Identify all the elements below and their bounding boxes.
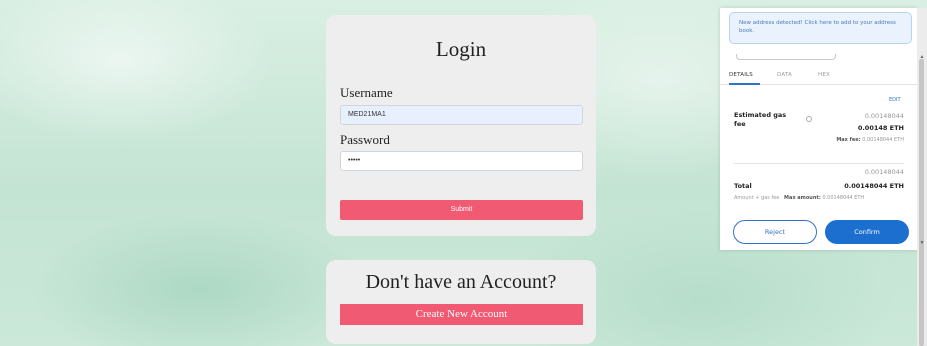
total-small: 0.00148044 xyxy=(864,168,904,176)
address-field xyxy=(736,54,836,60)
username-label: Username xyxy=(340,85,393,100)
tab-details[interactable]: DETAILS xyxy=(729,72,753,78)
scroll-down-icon[interactable]: ▼ xyxy=(919,240,925,246)
details-tabs: DETAILS DATA HEX xyxy=(720,69,917,85)
account-prompt-title: Don't have an Account? xyxy=(365,271,557,293)
gas-fee-eth: 0.00148 ETH xyxy=(857,124,904,132)
username-input[interactable]: MED21MA1 xyxy=(340,105,583,125)
max-fee-value: 0.00148044 ETH xyxy=(862,137,904,143)
reject-button[interactable]: Reject xyxy=(733,220,817,244)
scrollbar-thumb[interactable] xyxy=(919,59,924,346)
total-eth: 0.00148044 ETH xyxy=(844,182,904,190)
scroll-up-icon[interactable]: ▲ xyxy=(919,54,925,60)
max-fee-label: Max fee: xyxy=(836,137,861,143)
tab-hex[interactable]: HEX xyxy=(818,72,830,78)
login-title: Login xyxy=(435,37,487,61)
wallet-confirm-popup: New address detected! Click here to add … xyxy=(720,8,917,250)
total-label: Total xyxy=(734,182,752,190)
max-amount-value: 0.00148044 ETH xyxy=(822,195,865,201)
gas-fee-small: 0.00148044 xyxy=(864,112,904,120)
confirm-button[interactable]: Confirm xyxy=(825,220,909,244)
section-divider xyxy=(734,163,904,164)
amount-row: Amount + gas fee Max amount: 0.00148044 … xyxy=(734,195,909,201)
login-card: Login Username MED21MA1 Password ••••• S… xyxy=(326,15,596,236)
new-address-notice[interactable]: New address detected! Click here to add … xyxy=(729,12,912,44)
submit-button[interactable]: Submit xyxy=(340,200,583,220)
tab-data[interactable]: DATA xyxy=(777,72,792,78)
max-amount-label: Max amount: xyxy=(783,195,821,201)
password-label: Password xyxy=(340,132,390,147)
max-fee-row: Max fee: 0.00148044 ETH xyxy=(784,137,904,143)
password-input[interactable]: ••••• xyxy=(340,151,583,171)
create-account-card: Don't have an Account? Create New Accoun… xyxy=(326,260,596,344)
create-account-button[interactable]: Create New Account xyxy=(340,304,583,325)
amount-gas-label: Amount + gas fee xyxy=(734,195,780,201)
edit-gas-link[interactable]: EDIT xyxy=(889,97,901,103)
active-tab-indicator xyxy=(729,83,760,85)
